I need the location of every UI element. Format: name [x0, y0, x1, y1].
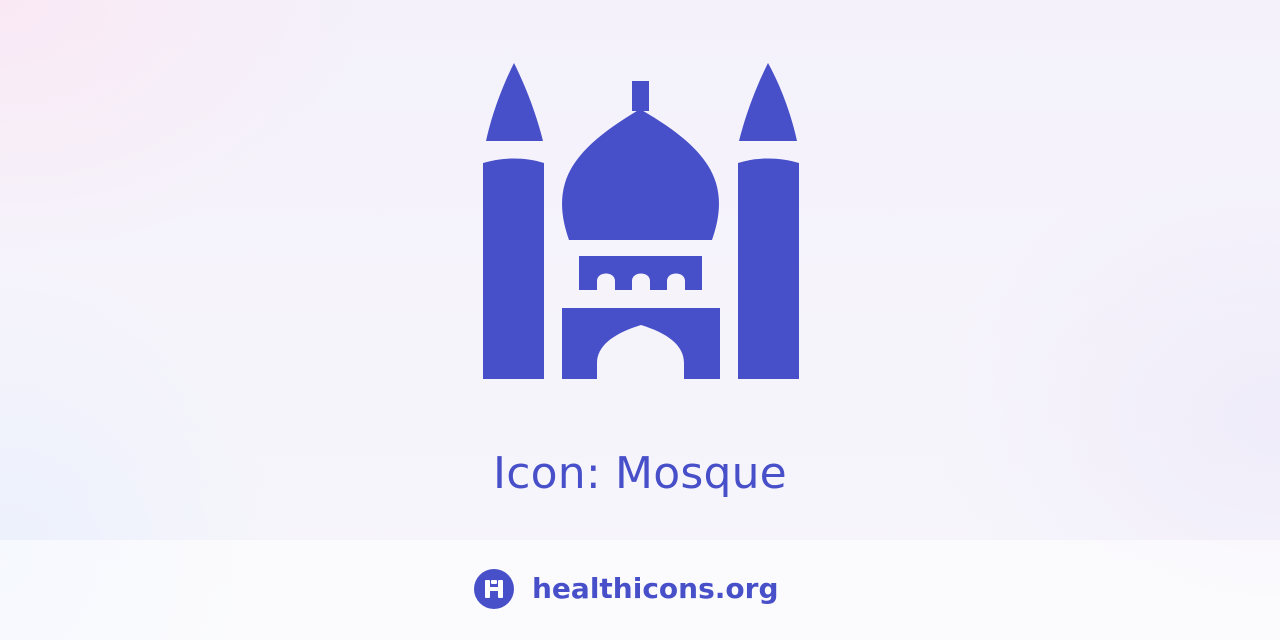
- site-link-text: healthicons.org: [532, 572, 779, 605]
- healthicons-link[interactable]: healthicons.org: [474, 569, 779, 609]
- hero-section: Icon: Mosque: [0, 0, 1280, 540]
- healthicons-logo-icon: [474, 569, 514, 609]
- icon-title: Icon: Mosque: [493, 448, 787, 499]
- mosque-icon: [483, 63, 799, 379]
- footer-bar: healthicons.org: [0, 540, 1280, 640]
